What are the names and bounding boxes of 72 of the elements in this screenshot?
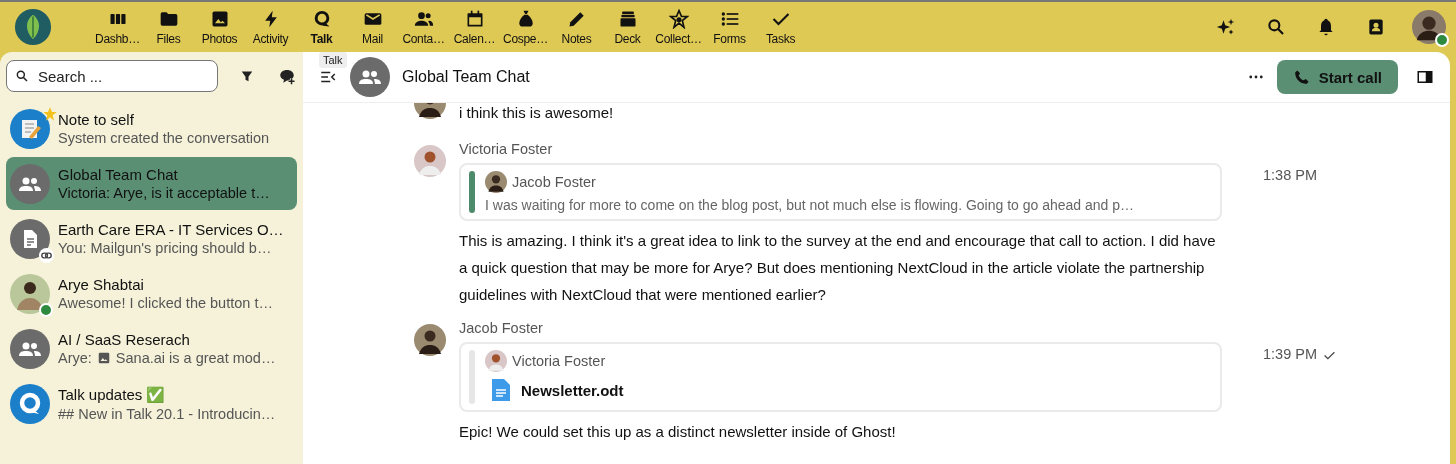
conversation-item[interactable]: Note to self System created the conversation: [6, 102, 297, 155]
message-text: i think this is awesome!: [459, 103, 615, 123]
quote-author: Victoria Foster: [512, 353, 606, 369]
start-call-button[interactable]: Start call: [1276, 60, 1398, 94]
conversation-preview: You: Mailgun's pricing should b…: [58, 240, 273, 256]
contact-card-icon[interactable]: [1366, 17, 1386, 37]
message-time: 1:38 PM: [1263, 167, 1317, 183]
conversation-name: Global Team Chat: [58, 166, 179, 183]
message-text: Epic! We could set this up as a distinct newsletter inside of Ghost!: [459, 422, 897, 442]
conversation-item[interactable]: Arye Shabtai Awesome! I clicked the button t…: [6, 267, 297, 320]
app-menu-item[interactable]: Conta…: [398, 8, 449, 46]
search-field[interactable]: Search ...: [6, 60, 218, 92]
conversation-title: Global Team Chat: [402, 68, 530, 86]
conversation-item[interactable]: AI / SaaS Reserach Arye: Sana.ai is a great mod…: [6, 322, 297, 375]
person-avatar-icon: [414, 324, 446, 356]
conversation-item[interactable]: Global Team Chat Victoria: Arye, is it acceptable t…: [6, 157, 297, 210]
leaf-logo-icon[interactable]: [14, 8, 52, 46]
document-avatar-icon: [10, 218, 50, 259]
quote-author: Jacob Foster: [512, 174, 596, 190]
conversation-preview: Sana.ai is a great mod…: [115, 350, 276, 366]
document-icon: [491, 378, 511, 402]
conversation-preview: Awesome! I clicked the button t…: [58, 295, 273, 311]
conversation-item[interactable]: Talk updates ✅ ## New in Talk 20.1 - Introducin…: [6, 377, 297, 430]
group-avatar-icon: [10, 328, 50, 369]
preview-sender: Arye:: [58, 350, 92, 366]
message-author: Jacob Foster: [459, 320, 544, 336]
file-name[interactable]: Newsletter.odt: [521, 381, 624, 399]
chat-app-avatar-icon: [10, 383, 50, 424]
person-avatar-icon: [485, 350, 507, 372]
quoted-message[interactable]: Victoria Foster Newsletter.odt: [459, 342, 1222, 412]
conversation-name: Talk updates ✅: [58, 385, 167, 404]
app-menu-item[interactable]: Photos: [194, 8, 245, 46]
notepad-avatar-icon: [10, 108, 50, 149]
app-menu-item[interactable]: Calen…: [449, 8, 500, 46]
person-avatar-icon: [414, 145, 446, 177]
tooltip: Talk: [319, 52, 347, 68]
star-icon: [668, 8, 689, 29]
conversation-name: Note to self: [58, 111, 135, 128]
app-menu-item[interactable]: Files: [143, 8, 194, 46]
app-menu-item[interactable]: Dashb…: [92, 8, 143, 46]
app-menu-item[interactable]: Deck: [602, 8, 653, 46]
sparkle-icon[interactable]: [1216, 17, 1236, 37]
phone-icon: [1292, 68, 1310, 86]
quoted-message[interactable]: Jacob Foster I was waiting for more to come on the blog post, but not much else is flowing. Going to go ahead and p…: [459, 163, 1222, 221]
conversation-preview: ## New in Talk 20.1 - Introducin…: [58, 405, 276, 422]
conversation-item[interactable]: Earth Care ERA - IT Services O… You: Mailgun's pricing should b…: [6, 212, 297, 265]
app-menu-item[interactable]: Talk: [296, 8, 347, 46]
conversation-preview: System created the conversation: [58, 130, 270, 146]
app-menu-item[interactable]: Collect…: [653, 8, 704, 46]
message-text: This is amazing. I think it's a great idea to link to the survey at the end and encourage that call to action. I did have a quick question that may be more for Arye? But does mentioning NextCloud in the article violate the partnership guidelines with NextCloud that were mentioned earlier?: [459, 231, 1217, 305]
message-author: Victoria Foster: [459, 141, 554, 157]
message-time: 1:39 PM: [1263, 346, 1317, 362]
new-conversation-icon[interactable]: [278, 67, 296, 85]
group-avatar-icon: [350, 57, 390, 97]
person-avatar-icon: [10, 273, 50, 314]
conversation-preview: Victoria: Arye, is it acceptable t…: [58, 185, 270, 201]
quote-text: I was waiting for more to come on the blog post, but not much else is flowing. Going to go ahead and p…: [485, 197, 1135, 213]
app-menu-item[interactable]: Forms: [704, 8, 755, 46]
app-menu-item[interactable]: Mail: [347, 8, 398, 46]
conversation-name: AI / SaaS Reserach: [58, 331, 191, 348]
user-avatar[interactable]: [1412, 10, 1446, 44]
person-avatar-icon: [485, 171, 507, 193]
group-avatar-icon: [10, 163, 50, 204]
conversation-name: Arye Shabtai: [58, 276, 145, 293]
sidebar-toggle-icon[interactable]: [1416, 68, 1434, 86]
app-menu-item[interactable]: Cospe…: [500, 8, 551, 46]
more-options-icon[interactable]: [1248, 75, 1263, 79]
app-menu-item[interactable]: Notes: [551, 8, 602, 46]
search-icon[interactable]: [1266, 17, 1286, 37]
app-menu-item[interactable]: Tasks: [755, 8, 806, 46]
app-menu-item[interactable]: Activity: [245, 8, 296, 46]
conversation-name: Earth Care ERA - IT Services O…: [58, 221, 284, 238]
